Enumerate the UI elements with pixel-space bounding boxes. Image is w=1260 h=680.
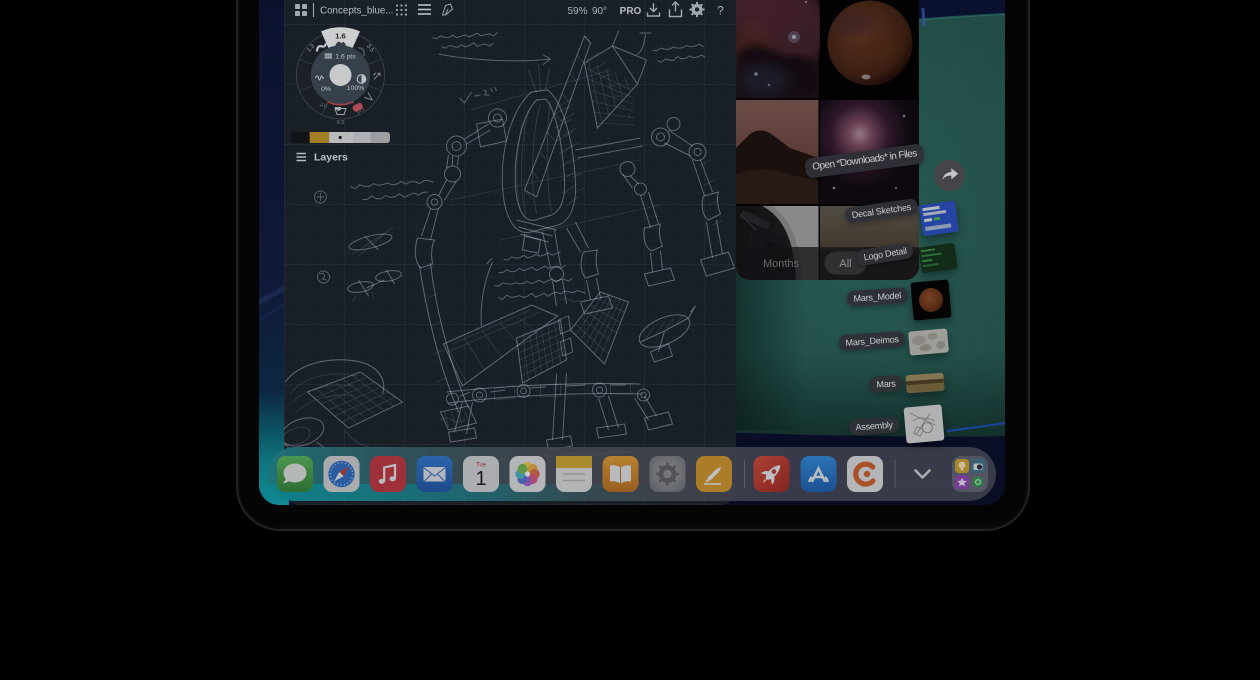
svg-text:1: 1	[475, 468, 486, 490]
